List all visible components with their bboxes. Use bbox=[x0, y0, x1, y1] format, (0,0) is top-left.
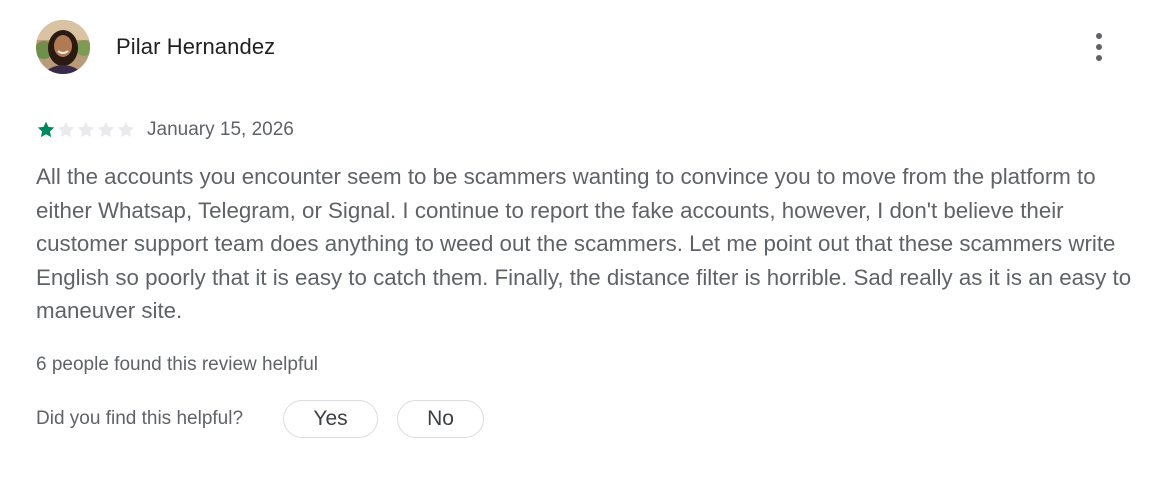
no-button[interactable]: No bbox=[397, 400, 485, 438]
review-header: Pilar Hernandez bbox=[36, 20, 1133, 74]
yes-button[interactable]: Yes bbox=[283, 400, 379, 438]
more-vert-icon-dot bbox=[1096, 55, 1102, 61]
star-empty-icon bbox=[77, 121, 95, 138]
star-rating bbox=[36, 120, 136, 140]
review-text: All the accounts you encounter seem to b… bbox=[36, 164, 1132, 323]
avatar-image bbox=[36, 20, 90, 74]
star-empty-icon bbox=[117, 121, 135, 138]
star-filled-icon bbox=[37, 121, 55, 138]
helpful-question: Did you find this helpful? bbox=[36, 408, 244, 429]
author-name: Pilar Hernandez bbox=[116, 34, 276, 59]
review-date: January 15, 2026 bbox=[147, 119, 294, 140]
star-empty-icon bbox=[97, 121, 115, 138]
more-options-button[interactable] bbox=[1087, 31, 1111, 63]
avatar bbox=[36, 20, 90, 74]
star-empty-icon bbox=[57, 121, 75, 138]
review-card: Pilar Hernandez January 15, 2026 All the… bbox=[0, 0, 1163, 479]
helpful-feedback: Did you find this helpful? Yes No bbox=[36, 400, 485, 438]
more-vert-icon bbox=[1096, 33, 1102, 39]
more-vert-icon-dot bbox=[1096, 44, 1102, 50]
review-meta: January 15, 2026 bbox=[36, 117, 294, 143]
helpful-count: 6 people found this review helpful bbox=[36, 354, 319, 375]
